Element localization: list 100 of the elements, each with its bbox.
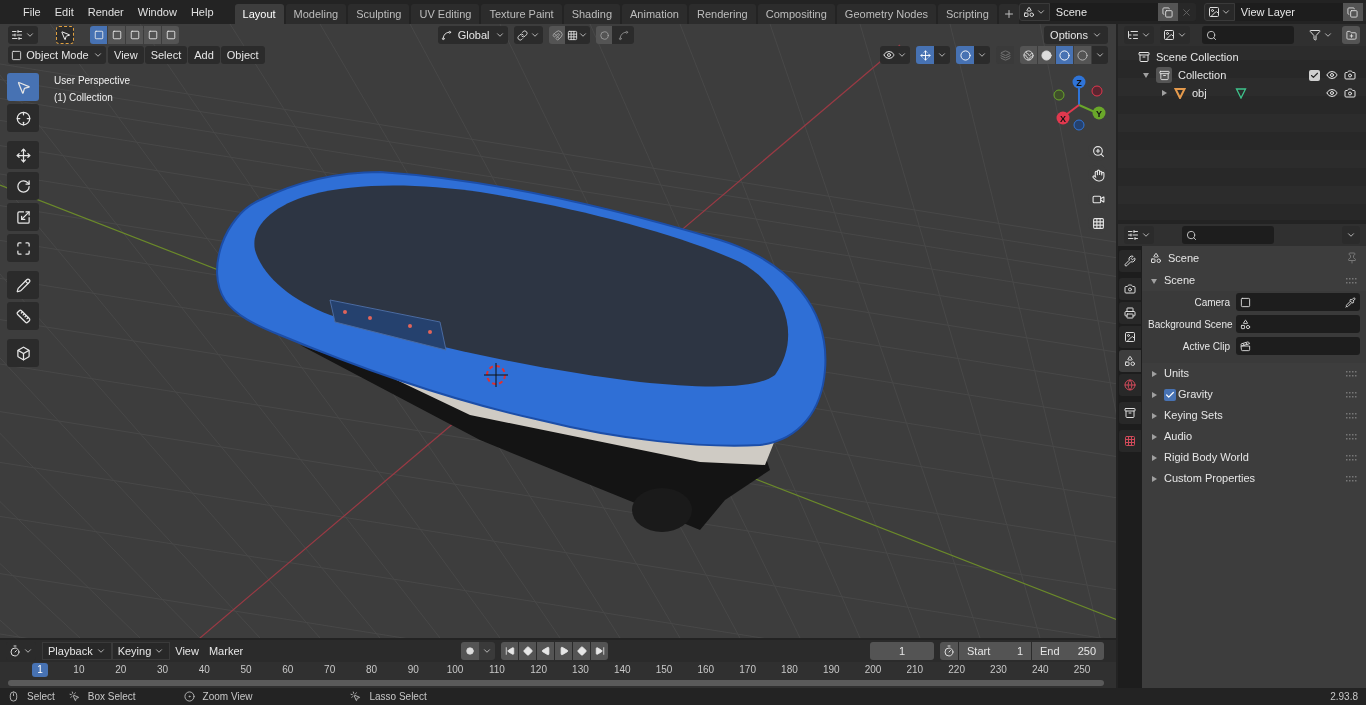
collapsed-triangle-icon[interactable] bbox=[1150, 411, 1158, 420]
preview-range-toggle[interactable] bbox=[940, 642, 958, 660]
overlay-toggle[interactable] bbox=[956, 46, 974, 64]
new-collection-button[interactable] bbox=[1342, 26, 1360, 44]
collection-properties-tab[interactable] bbox=[1119, 402, 1141, 424]
rendered-shading-button[interactable] bbox=[1074, 46, 1091, 64]
workspace-tab[interactable]: Sculpting bbox=[348, 4, 410, 24]
pivot-point-button[interactable] bbox=[514, 26, 544, 44]
select-box-tool[interactable] bbox=[7, 73, 39, 101]
jump-start-button[interactable] bbox=[501, 642, 518, 660]
drag-handle-icon[interactable] bbox=[1346, 391, 1358, 398]
scene-name-field[interactable]: Scene bbox=[1049, 3, 1158, 21]
play-button[interactable] bbox=[555, 642, 572, 660]
record-button[interactable] bbox=[461, 642, 479, 660]
timeline-dropdown[interactable]: Playback bbox=[42, 642, 112, 660]
panel-header[interactable]: Keying Sets bbox=[1142, 405, 1366, 426]
clip-field[interactable] bbox=[1236, 337, 1360, 355]
collapsed-triangle-icon[interactable] bbox=[1160, 89, 1168, 97]
collapsed-triangle-icon[interactable] bbox=[1150, 453, 1158, 462]
measure-tool[interactable] bbox=[7, 302, 39, 330]
menu-item[interactable]: File bbox=[16, 2, 48, 22]
panel-header[interactable]: Rigid Body World bbox=[1142, 447, 1366, 468]
menu-item[interactable]: Edit bbox=[47, 2, 81, 22]
timeline-scrollbar[interactable] bbox=[8, 680, 1104, 686]
tool-properties-tab[interactable] bbox=[1119, 250, 1141, 272]
scale-tool[interactable] bbox=[7, 203, 39, 231]
render-properties-tab[interactable] bbox=[1119, 278, 1141, 300]
transform-tool[interactable] bbox=[7, 234, 39, 262]
workspace-tab[interactable]: Modeling bbox=[285, 4, 347, 24]
pin-icon[interactable] bbox=[1346, 252, 1358, 264]
view-layer-name-field[interactable]: View Layer bbox=[1234, 3, 1343, 21]
output-properties-tab[interactable] bbox=[1119, 302, 1141, 324]
camera-icon[interactable] bbox=[1344, 87, 1356, 99]
panel-checkbox[interactable] bbox=[1164, 388, 1176, 401]
outliner-row[interactable]: obj bbox=[1118, 84, 1366, 102]
eye-icon[interactable] bbox=[1326, 87, 1338, 99]
snap-toggle[interactable] bbox=[549, 26, 566, 44]
gizmo-toggle[interactable] bbox=[916, 46, 934, 64]
transform-orientation-dropdown[interactable]: Global bbox=[438, 26, 509, 44]
viewport-menu[interactable]: View bbox=[108, 46, 144, 64]
annotate-tool[interactable] bbox=[7, 271, 39, 299]
workspace-tab[interactable]: Compositing bbox=[757, 4, 835, 24]
panel-header[interactable]: Units bbox=[1142, 363, 1366, 384]
workspace-tab[interactable]: Rendering bbox=[688, 4, 756, 24]
scene-selector-button[interactable] bbox=[1018, 3, 1050, 21]
viewport-menu[interactable]: Select bbox=[144, 46, 188, 64]
visibility-button[interactable] bbox=[880, 46, 910, 64]
workspace-tab[interactable]: Animation bbox=[622, 4, 687, 24]
eyedropper-icon[interactable] bbox=[1345, 296, 1356, 308]
drag-handle-icon[interactable] bbox=[1346, 370, 1358, 377]
scene-properties-tab[interactable] bbox=[1119, 350, 1141, 372]
mode-dropdown[interactable]: Object Mode bbox=[8, 46, 106, 64]
add-cube-tool[interactable] bbox=[7, 339, 39, 367]
collapsed-triangle-icon[interactable] bbox=[1150, 369, 1158, 378]
viewport-menu[interactable]: Object bbox=[220, 46, 265, 64]
snap-target-button[interactable] bbox=[565, 26, 591, 44]
timeline-menu[interactable]: View bbox=[170, 642, 204, 660]
wireframe-shading-button[interactable] bbox=[1020, 46, 1037, 64]
panel-header[interactable]: Gravity bbox=[1142, 384, 1366, 405]
move-tool[interactable] bbox=[7, 141, 39, 169]
eye-icon[interactable] bbox=[1326, 69, 1338, 81]
workspace-tab[interactable]: Layout bbox=[234, 4, 284, 24]
exclude-checkbox[interactable] bbox=[1309, 69, 1320, 81]
outliner-row[interactable]: Scene Collection bbox=[1118, 48, 1366, 66]
toggle-options-button[interactable] bbox=[934, 46, 950, 64]
collapsed-triangle-icon[interactable] bbox=[1150, 390, 1158, 399]
panel-header[interactable]: Custom Properties bbox=[1142, 468, 1366, 489]
workspace-tab[interactable]: Scripting bbox=[938, 4, 997, 24]
start-frame-field[interactable]: Start 1 bbox=[959, 642, 1031, 660]
texture-properties-tab[interactable] bbox=[1119, 430, 1141, 452]
panel-header[interactable]: Scene bbox=[1142, 270, 1366, 291]
display-mode-button[interactable] bbox=[1160, 26, 1190, 44]
selection-mode-button[interactable] bbox=[144, 26, 161, 44]
scene-field[interactable] bbox=[1236, 315, 1360, 333]
active-tool-button[interactable] bbox=[56, 26, 74, 44]
selection-mode-button[interactable] bbox=[126, 26, 143, 44]
solid-shading-button[interactable] bbox=[1038, 46, 1055, 64]
navigation-gizmo-drawing[interactable]: Z Y X bbox=[1051, 75, 1107, 131]
world-properties-tab[interactable] bbox=[1119, 374, 1141, 396]
search-field[interactable] bbox=[1202, 26, 1294, 44]
falloff-button[interactable] bbox=[612, 26, 635, 44]
expanded-triangle-icon[interactable] bbox=[1142, 71, 1150, 79]
editor-type-button[interactable] bbox=[1124, 26, 1154, 44]
drag-handle-icon[interactable] bbox=[1346, 433, 1358, 440]
play-reverse-button[interactable] bbox=[537, 642, 554, 660]
menu-item[interactable]: Help bbox=[183, 2, 221, 22]
mesh-data-icon[interactable] bbox=[1234, 87, 1247, 99]
cursor-tool[interactable] bbox=[7, 104, 39, 132]
viewport-menu[interactable]: Add bbox=[188, 46, 220, 64]
workspace-tab[interactable]: Geometry Nodes bbox=[836, 4, 936, 24]
drag-handle-icon[interactable] bbox=[1346, 412, 1358, 419]
expanded-triangle-icon[interactable] bbox=[1150, 276, 1158, 285]
end-frame-field[interactable]: End 250 bbox=[1032, 642, 1104, 660]
workspace-tab[interactable]: Texture Paint bbox=[481, 4, 562, 24]
jump-end-button[interactable] bbox=[591, 642, 608, 660]
proportional-edit-toggle[interactable] bbox=[596, 26, 613, 44]
collapsed-triangle-icon[interactable] bbox=[1150, 474, 1158, 483]
previous-keyframe-button[interactable] bbox=[519, 642, 536, 660]
selection-mode-button[interactable] bbox=[162, 26, 179, 44]
copy-button[interactable] bbox=[1157, 3, 1178, 21]
